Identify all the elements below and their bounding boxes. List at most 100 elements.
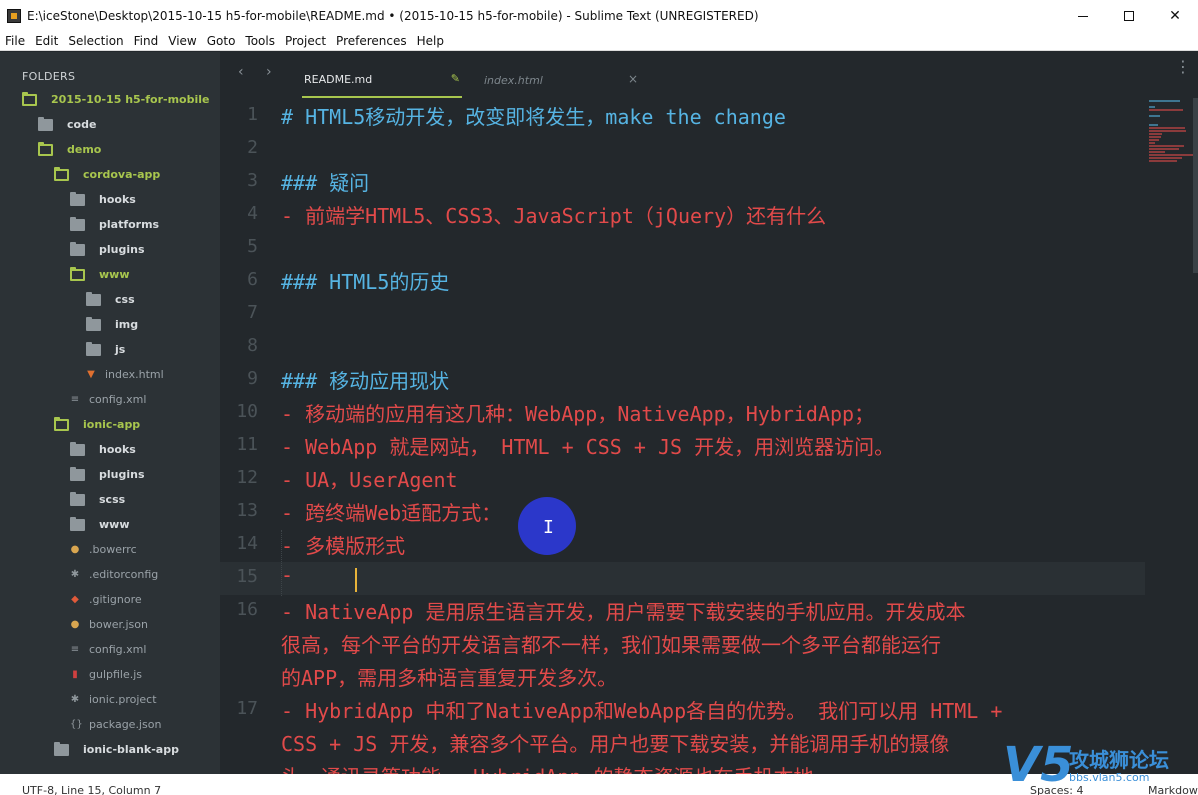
code-line[interactable]: ### 疑问 <box>281 167 369 196</box>
chevron-left-icon[interactable]: ‹ <box>238 64 244 80</box>
sidebar-item[interactable]: ionic-app <box>0 412 220 437</box>
sidebar-item[interactable]: demo <box>0 137 220 162</box>
sidebar-item[interactable]: css <box>0 287 220 312</box>
menu-goto[interactable]: Goto <box>202 34 241 48</box>
menu-project[interactable]: Project <box>280 34 331 48</box>
menu-edit[interactable]: Edit <box>30 34 63 48</box>
folder-icon <box>86 341 101 356</box>
sidebar-item[interactable]: ✱ ionic.project <box>0 687 220 712</box>
maximize-button[interactable] <box>1106 0 1152 32</box>
code-line[interactable]: CSS + JS 开发，兼容多个平台。用户也要下载安装，并能调用手机的摄像 <box>281 728 949 757</box>
sidebar-item[interactable]: cordova-app <box>0 162 220 187</box>
code-line[interactable]: ### HTML5的历史 <box>281 266 449 295</box>
more-options-icon[interactable]: ⋮ <box>1175 59 1191 75</box>
sidebar-item[interactable]: ionic-blank-app <box>0 737 220 762</box>
sidebar-item[interactable]: code <box>0 112 220 137</box>
menu-selection[interactable]: Selection <box>63 34 128 48</box>
minimap-line <box>1149 133 1162 135</box>
code-line[interactable]: - NativeApp 是用原生语言开发，用户需要下载安装的手机应用。开发成本 <box>281 596 966 625</box>
line-number: 8 <box>247 335 258 356</box>
minimap-line <box>1149 145 1185 147</box>
sidebar-item-label: cordova-app <box>83 168 161 181</box>
sidebar-item[interactable]: hooks <box>0 187 220 212</box>
sidebar-item[interactable]: ▮ gulpfile.js <box>0 662 220 687</box>
minimize-button[interactable] <box>1060 0 1106 32</box>
sidebar-item-label: hooks <box>99 193 136 206</box>
sidebar-item[interactable]: scss <box>0 487 220 512</box>
menu-file[interactable]: File <box>0 34 30 48</box>
sidebar-item[interactable]: plugins <box>0 237 220 262</box>
sidebar-item[interactable]: {} package.json <box>0 712 220 737</box>
code-line[interactable]: - 移动端的应用有这几种：WebApp，NativeApp，HybridApp； <box>281 398 874 427</box>
sidebar-item[interactable]: img <box>0 312 220 337</box>
folder-icon <box>86 316 101 331</box>
sidebar-item-label: package.json <box>89 718 162 731</box>
scrollbar-thumb[interactable] <box>1193 98 1198 273</box>
sidebar-item-label: .gitignore <box>89 593 142 606</box>
chevron-right-icon[interactable]: › <box>266 64 272 80</box>
sidebar-item[interactable]: js <box>0 337 220 362</box>
sidebar-item[interactable]: plugins <box>0 462 220 487</box>
menu-tools[interactable]: Tools <box>240 34 280 48</box>
code-line[interactable]: # HTML5移动开发，改变即将发生，make the change <box>281 101 786 130</box>
tab-index-html[interactable]: index.html × <box>484 62 644 98</box>
code-line[interactable]: ### 移动应用现状 <box>281 365 449 394</box>
sidebar-item[interactable]: ≡ config.xml <box>0 387 220 412</box>
line-number: 10 <box>236 401 258 422</box>
code-line[interactable]: - 多模版形式 <box>281 530 405 559</box>
minimap-line <box>1149 106 1155 108</box>
sidebar-item[interactable]: www <box>0 512 220 537</box>
folder-icon <box>70 491 85 506</box>
sidebar-item-label: plugins <box>99 243 145 256</box>
sidebar-item[interactable]: platforms <box>0 212 220 237</box>
sidebar-item-label: .bowerrc <box>89 543 137 556</box>
sidebar-item-label: config.xml <box>89 643 147 656</box>
code-line[interactable]: - UA，UserAgent <box>281 464 458 493</box>
sidebar-item-label: demo <box>67 143 102 156</box>
code-line[interactable]: - 前端学HTML5、CSS3、JavaScript（jQuery）还有什么 <box>281 200 826 229</box>
sidebar-item[interactable]: ● bower.json <box>0 612 220 637</box>
line-number: 12 <box>236 467 258 488</box>
close-tab-icon[interactable]: × <box>628 72 638 86</box>
sidebar-item[interactable]: 2015-10-15 h5-for-mobile <box>0 87 220 112</box>
code-line[interactable]: 很高，每个平台的开发语言都不一样，我们如果需要做一个多平台都能运行 <box>281 629 941 658</box>
line-number: 11 <box>236 434 258 455</box>
folder-icon <box>70 241 85 256</box>
bower-icon: ● <box>70 544 80 555</box>
menu-preferences[interactable]: Preferences <box>331 34 412 48</box>
sidebar-item[interactable]: ◆ .gitignore <box>0 587 220 612</box>
line-number: 14 <box>236 533 258 554</box>
sidebar-item[interactable]: www <box>0 262 220 287</box>
minimap-line <box>1149 157 1183 159</box>
close-button[interactable]: ✕ <box>1152 0 1198 32</box>
sidebar-item[interactable]: ✱ .editorconfig <box>0 562 220 587</box>
folder-open-icon <box>22 91 37 106</box>
code-line[interactable]: 的APP，需用多种语言重复开发多次。 <box>281 662 617 691</box>
code-editor[interactable]: 1 # HTML5移动开发，改变即将发生，make the change 2 3 ###… <box>220 98 1145 774</box>
window-title: E:\iceStone\Desktop\2015-10-15 h5-for-mo… <box>27 9 759 23</box>
sidebar-item[interactable]: ≡ config.xml <box>0 637 220 662</box>
gear-icon: ✱ <box>70 569 80 580</box>
menu-find[interactable]: Find <box>129 34 164 48</box>
folders-header: FOLDERS <box>22 70 76 83</box>
sidebar-item-label: gulpfile.js <box>89 668 143 681</box>
sidebar-item[interactable]: ▼ index.html <box>0 362 220 387</box>
minimap-line <box>1149 142 1155 144</box>
sidebar-item[interactable]: hooks <box>0 437 220 462</box>
minimap-line <box>1149 136 1161 138</box>
minimap-line <box>1149 130 1186 132</box>
code-line[interactable]: - WebApp 就是网站， HTML + CSS + JS 开发，用浏览器访问… <box>281 431 894 460</box>
tab-readme[interactable]: README.md ✎ <box>302 62 462 98</box>
folder-icon <box>70 466 85 481</box>
code-line[interactable]: - <box>281 563 293 587</box>
code-line[interactable]: 头、通讯录等功能。 HybridApp 的静态资源也在手机本地 <box>281 761 813 774</box>
sidebar-item-label: config.xml <box>89 393 147 406</box>
code-line[interactable]: - HybridApp 中和了NativeApp和WebApp各自的优势。 我们… <box>281 695 1002 724</box>
status-position: UTF-8, Line 15, Column 7 <box>22 784 162 795</box>
sidebar-item-label: platforms <box>99 218 160 231</box>
menu-view[interactable]: View <box>163 34 201 48</box>
code-line[interactable]: - 跨终端Web适配方式： <box>281 497 501 526</box>
menu-help[interactable]: Help <box>412 34 449 48</box>
minimap[interactable] <box>1145 98 1198 774</box>
sidebar-item[interactable]: ● .bowerrc <box>0 537 220 562</box>
